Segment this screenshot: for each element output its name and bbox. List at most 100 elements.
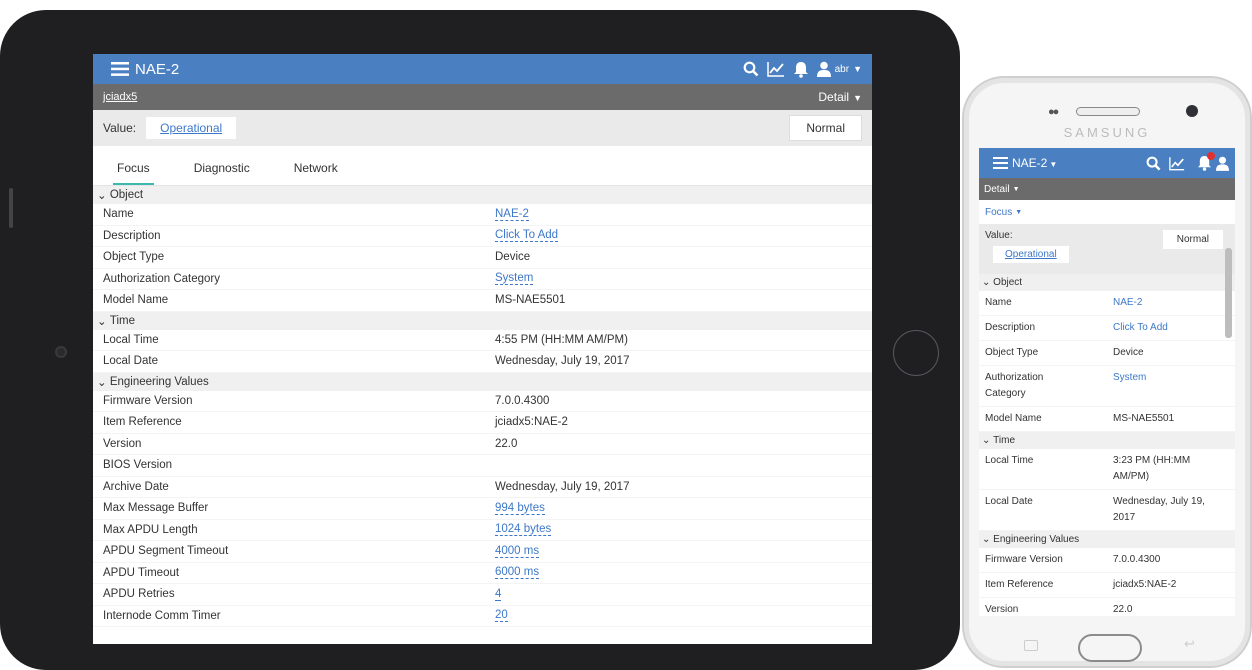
chevron-down-icon: ▼: [1015, 208, 1023, 216]
detail-dropdown[interactable]: Detail ▼: [818, 90, 862, 104]
property-value: jciadx5:NAE-2: [1113, 579, 1177, 590]
phone-home-button[interactable]: [1078, 634, 1142, 662]
property-list: ⌄ Object Name NAE-2 Description Click To A…: [979, 274, 1235, 616]
search-icon[interactable]: [743, 61, 759, 77]
status-badge: Normal: [789, 115, 862, 141]
chevron-down-icon: ▼: [1012, 185, 1020, 193]
table-row: Local Time 4:55 PM (HH:MM AM/PM): [93, 330, 872, 351]
detail-dropdown[interactable]: Detail ▼: [979, 178, 1235, 200]
tablet-device: NAE-2 abr ▼ jciadx5 Detail ▼ Value: Oper…: [0, 10, 960, 670]
table-row: Authorization Category System: [93, 269, 872, 290]
scrollbar-thumb[interactable]: [1225, 248, 1232, 338]
tab-diagnostic[interactable]: Diagnostic: [182, 161, 262, 185]
property-value: MS-NAE5501: [1113, 413, 1175, 424]
table-row: Authorization Category System: [979, 366, 1235, 407]
chevron-down-icon: ▼: [1049, 160, 1058, 169]
property-value[interactable]: 20: [495, 609, 508, 623]
property-value: Wednesday, July 19, 2017: [495, 355, 630, 368]
section-object[interactable]: ⌄ Object: [979, 274, 1235, 291]
chevron-down-icon: ⌄: [982, 435, 994, 446]
table-row: Local Date Wednesday, July 19, 2017: [979, 490, 1235, 531]
back-icon[interactable]: ↩: [1184, 636, 1195, 652]
table-row: Firmware Version 7.0.0.4300: [93, 391, 872, 412]
bell-icon[interactable]: [1197, 152, 1215, 171]
phone-top-bar: NAE-2 ▼: [979, 148, 1235, 178]
chevron-down-icon: ⌄: [982, 534, 994, 545]
property-value[interactable]: 6000 ms: [495, 566, 540, 580]
value-label: Value:: [103, 121, 137, 135]
tab-focus[interactable]: Focus ▼: [979, 200, 1235, 224]
table-row: APDU Timeout 6000 ms: [93, 563, 872, 584]
table-row: Name NAE-2: [979, 291, 1235, 316]
breadcrumb[interactable]: jciadx5: [103, 91, 137, 103]
table-row: Firmware Version 7.0.0.4300: [979, 548, 1235, 573]
table-row: Model Name MS-NAE5501: [93, 290, 872, 312]
table-row: APDU Segment Timeout 4000 ms: [93, 541, 872, 563]
top-bar: NAE-2 abr ▼: [93, 54, 872, 84]
tablet-side-button: [9, 188, 13, 228]
table-row: Object Type Device: [93, 247, 872, 269]
tab-focus[interactable]: Focus: [105, 161, 162, 185]
property-value: Device: [1113, 347, 1144, 358]
property-value[interactable]: Click To Add: [1113, 320, 1221, 336]
bell-icon[interactable]: [793, 61, 809, 78]
table-row: Internode Comm Timer 20: [93, 606, 872, 627]
breadcrumb-bar: jciadx5 Detail ▼: [93, 84, 872, 110]
tablet-screen: NAE-2 abr ▼ jciadx5 Detail ▼ Value: Oper…: [93, 54, 872, 644]
value-bar: Value: Operational Normal: [93, 110, 872, 146]
phone-speaker: [1076, 107, 1140, 116]
table-row: Object Type Device: [979, 341, 1235, 366]
phone-camera: [1186, 105, 1198, 117]
table-row: Max APDU Length 1024 bytes: [93, 520, 872, 541]
table-row: Local Time 3:23 PM (HH:MM AM/PM): [979, 449, 1235, 490]
hamburger-icon[interactable]: [993, 157, 1008, 169]
hamburger-icon[interactable]: [111, 62, 129, 76]
chevron-down-icon[interactable]: ▼: [853, 64, 862, 74]
present-value[interactable]: Operational: [993, 246, 1069, 263]
detail-label: Detail: [818, 90, 850, 104]
tablet-camera: [55, 346, 67, 358]
app-title[interactable]: NAE-2 ▼: [1012, 156, 1057, 170]
property-value[interactable]: Click To Add: [495, 229, 559, 243]
property-value[interactable]: System: [495, 272, 534, 286]
section-time[interactable]: ⌄ Time: [979, 432, 1235, 449]
table-row: Archive Date Wednesday, July 19, 2017: [93, 477, 872, 498]
table-row: Item Reference jciadx5:NAE-2: [979, 573, 1235, 598]
phone-screen: NAE-2 ▼ Detail ▼ Focus ▼ Value: Operatio…: [979, 148, 1235, 616]
user-icon[interactable]: [1216, 156, 1229, 171]
present-value[interactable]: Operational: [146, 117, 237, 139]
property-value[interactable]: 4: [495, 588, 502, 601]
section-object[interactable]: ⌄ Object: [93, 186, 872, 204]
chevron-down-icon: ⌄: [97, 376, 110, 389]
property-value: Wednesday, July 19, 2017: [1113, 496, 1205, 523]
value-bar: Value: Operational Normal: [979, 224, 1235, 274]
property-value[interactable]: 1024 bytes: [495, 523, 552, 537]
table-row: Description Click To Add: [979, 316, 1235, 341]
tablet-home-button: [893, 330, 939, 376]
phone-sensors: ●●: [1048, 106, 1059, 118]
section-time[interactable]: ⌄ Time: [93, 311, 872, 330]
recent-apps-icon[interactable]: [1024, 640, 1038, 651]
trend-icon[interactable]: [1169, 156, 1185, 171]
phone-brand-logo: SAMSUNG: [1063, 125, 1151, 140]
section-engineering[interactable]: ⌄ Engineering Values: [979, 531, 1235, 548]
property-list: ⌄ Object Name NAE-2 Description Click To A…: [93, 186, 872, 627]
trend-icon[interactable]: [766, 61, 785, 77]
chevron-down-icon: ⌄: [982, 277, 994, 288]
property-value[interactable]: System: [1113, 370, 1221, 402]
table-row: Item Reference jciadx5:NAE-2: [93, 412, 872, 434]
chevron-down-icon: ⌄: [97, 190, 110, 202]
tab-network[interactable]: Network: [282, 161, 350, 185]
user-icon[interactable]: [816, 61, 831, 77]
property-value[interactable]: 4000 ms: [495, 545, 540, 558]
property-value[interactable]: NAE-2: [1113, 295, 1221, 311]
property-value: 3:23 PM (HH:MM AM/PM): [1113, 455, 1191, 482]
table-row: Name NAE-2: [93, 204, 872, 226]
property-value[interactable]: NAE-2: [495, 208, 529, 221]
search-icon[interactable]: [1146, 156, 1161, 171]
property-value[interactable]: 994 bytes: [495, 502, 545, 515]
section-engineering[interactable]: ⌄ Engineering Values: [93, 372, 872, 391]
phone-device: ●● SAMSUNG NAE-2 ▼ Detail ▼ Focus ▼ Valu…: [962, 76, 1252, 668]
user-name[interactable]: abr: [835, 64, 849, 75]
chevron-down-icon: ⌄: [97, 315, 110, 328]
